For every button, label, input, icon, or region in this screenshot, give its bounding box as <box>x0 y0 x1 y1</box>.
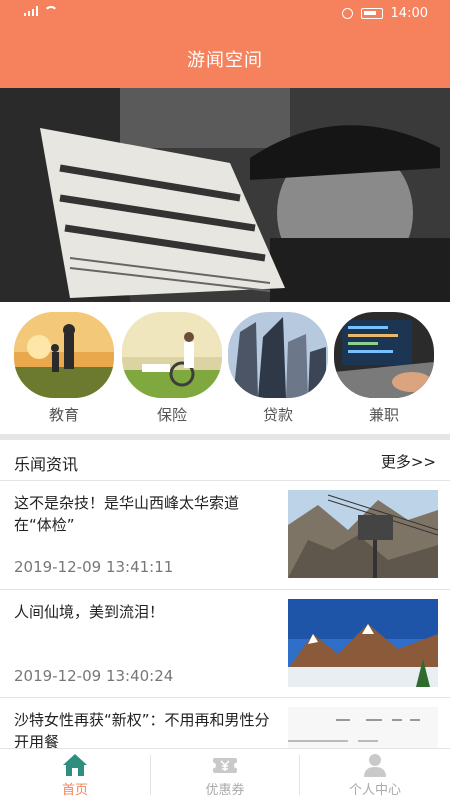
category-label: 兼职 <box>368 406 399 424</box>
category-label: 教育 <box>48 406 79 424</box>
coupon-icon <box>212 758 238 773</box>
divider <box>0 589 450 590</box>
app-header: 14:00 游闻空间 <box>0 0 450 88</box>
news-title: 沙特女性再获“新权”：不用再和男性分开用餐 <box>14 711 270 749</box>
category-label: 保险 <box>156 406 187 424</box>
news-title: 人间仙境，美到流泪！ <box>14 603 165 621</box>
status-time: 14:00 <box>390 6 428 21</box>
tab-label: 个人中心 <box>348 783 401 798</box>
category-row: 教育 保险 贷款 兼职 <box>0 312 450 424</box>
home-icon <box>63 754 87 776</box>
more-link[interactable]: 更多>> <box>381 451 436 472</box>
status-bar: 14:00 <box>0 0 450 28</box>
tab-label: 首页 <box>61 783 88 798</box>
news-item[interactable]: 这不是杂技！是华山西峰太华索道在“体检” 2019-12-09 13:41:11 <box>0 482 450 590</box>
parttime-thumbnail <box>334 312 434 398</box>
news-title: 这不是杂技！是华山西峰太华索道在“体检” <box>14 494 240 534</box>
news-header: 乐闻资讯 更多>> <box>0 442 450 480</box>
tab-profile[interactable]: 个人中心 <box>300 749 450 800</box>
alarm-icon <box>341 8 353 19</box>
user-icon <box>364 754 386 777</box>
wifi-icon <box>44 6 58 16</box>
hero-banner[interactable] <box>0 88 450 302</box>
news-date: 2019-12-09 13:40:24 <box>14 667 174 685</box>
page-title: 游闻空间 <box>187 50 263 71</box>
hero-image <box>0 88 450 302</box>
category-loan[interactable]: 贷款 <box>228 312 328 424</box>
bottom-tab-bar: 首页 优惠券 个人中心 <box>0 748 450 800</box>
education-thumbnail <box>14 312 114 398</box>
tab-label: 优惠券 <box>205 783 245 798</box>
battery-icon <box>360 8 383 19</box>
category-label: 贷款 <box>262 406 293 424</box>
status-right: 14:00 <box>341 6 428 21</box>
news-section-title: 乐闻资讯 <box>14 455 79 474</box>
signal-icon <box>24 6 38 16</box>
tab-coupons[interactable]: 优惠券 <box>150 749 300 800</box>
section-divider <box>0 434 450 440</box>
divider <box>0 480 450 481</box>
news-thumbnail <box>288 707 438 749</box>
tab-home[interactable]: 首页 <box>0 749 150 800</box>
news-item[interactable]: 人间仙境，美到流泪！ 2019-12-09 13:40:24 <box>0 591 450 699</box>
category-parttime[interactable]: 兼职 <box>334 312 434 424</box>
news-thumbnail <box>288 490 438 578</box>
category-insurance[interactable]: 保险 <box>122 312 222 424</box>
divider <box>0 697 450 698</box>
loan-thumbnail <box>228 312 328 398</box>
status-left <box>24 6 58 16</box>
news-thumbnail <box>288 599 438 687</box>
news-item[interactable]: 沙特女性再获“新权”：不用再和男性分开用餐 <box>0 699 450 749</box>
category-education[interactable]: 教育 <box>14 312 114 424</box>
news-date: 2019-12-09 13:41:11 <box>14 558 174 576</box>
insurance-thumbnail <box>122 312 222 398</box>
